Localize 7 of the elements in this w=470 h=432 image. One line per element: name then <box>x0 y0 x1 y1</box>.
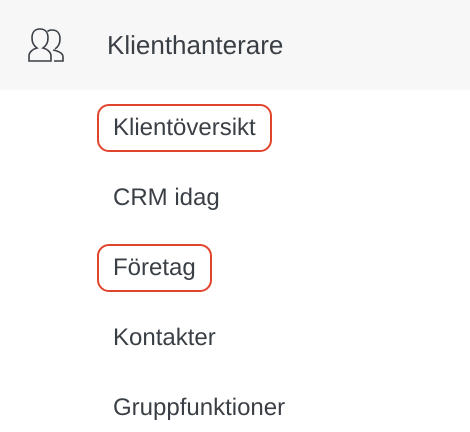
menu-item[interactable]: Företag <box>97 244 212 292</box>
menu-item[interactable]: Klientöversikt <box>97 104 272 152</box>
section-header[interactable]: Klienthanterare <box>0 0 470 90</box>
menu-item[interactable]: Kontakter <box>97 314 232 362</box>
section-title: Klienthanterare <box>107 30 284 60</box>
menu-item[interactable]: Gruppfunktioner <box>97 384 302 432</box>
menu-item[interactable]: CRM idag <box>97 174 236 222</box>
